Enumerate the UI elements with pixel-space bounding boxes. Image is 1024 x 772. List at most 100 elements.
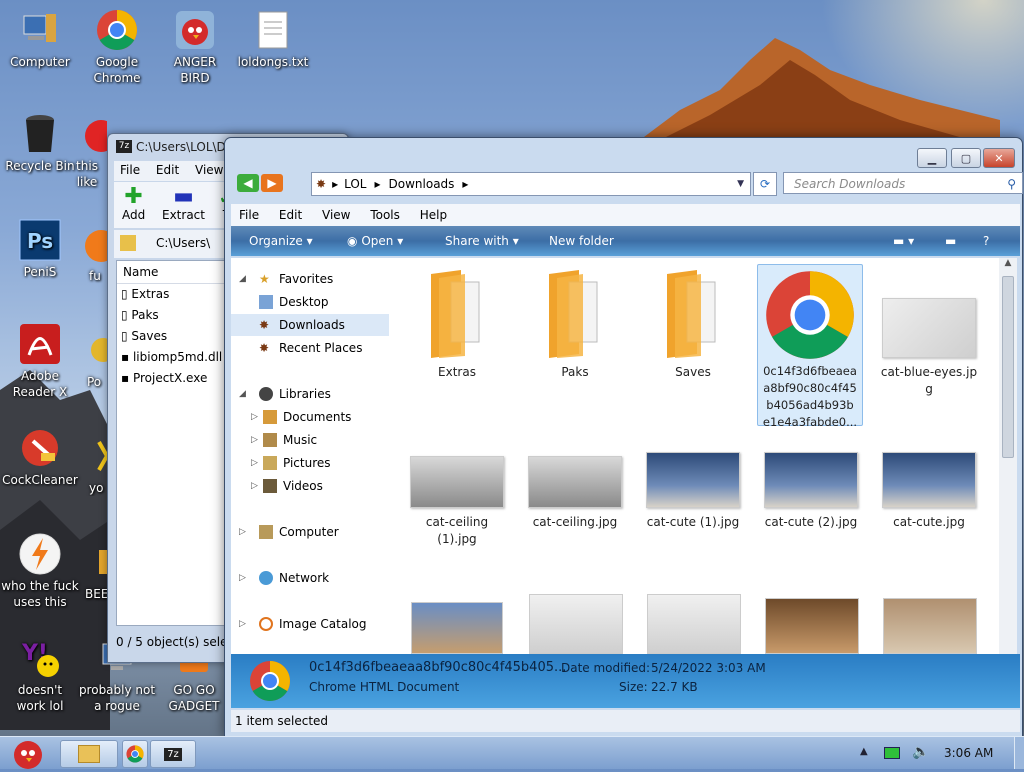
back-button[interactable]: ◀ — [237, 174, 259, 192]
menu-tools[interactable]: Tools — [362, 204, 408, 226]
expand-arrow[interactable]: ▷ — [239, 567, 246, 589]
file-item-paks[interactable]: Paks — [523, 268, 627, 381]
address-bar[interactable]: ✸ ▸ LOL ▸ Downloads ▸ ▼ — [311, 172, 751, 196]
pictures-icon — [263, 456, 277, 470]
nav-pictures[interactable]: ▷ Pictures — [231, 452, 389, 474]
breadcrumb-downloads[interactable]: Downloads — [389, 177, 455, 191]
expand-arrow[interactable]: ▷ — [251, 475, 258, 497]
image-thumbnail — [764, 452, 858, 508]
battery-icon[interactable] — [884, 747, 900, 759]
image-thumbnail[interactable] — [411, 602, 503, 654]
clock[interactable]: 3:06 AM — [944, 746, 993, 760]
taskbar-chrome-button[interactable] — [122, 740, 148, 768]
menu-view[interactable]: View — [314, 204, 358, 226]
desktop-icon-computer[interactable]: Computer — [0, 8, 80, 70]
menu-file[interactable]: File — [231, 204, 267, 226]
file-item-chrome-html[interactable]: 0c14f3d6fbeaea a8bf90c80c4f45 b4056ad4b9… — [757, 264, 863, 429]
desktop-icon-fu[interactable]: fu — [67, 222, 107, 284]
forward-button[interactable]: ▶ — [261, 174, 283, 192]
show-hidden-icons-button[interactable]: ▲ — [860, 746, 868, 757]
desktop-icon-bee[interactable]: BEE — [67, 540, 107, 602]
sevenzip-title: C:\Users\LOL\D — [136, 140, 226, 154]
close-button[interactable]: ✕ — [983, 148, 1015, 168]
desktop-icon-po[interactable]: Po — [67, 328, 107, 390]
open-button[interactable]: ◉ Open ▾ — [347, 226, 403, 256]
preview-pane-icon[interactable]: ▬ — [945, 226, 956, 256]
image-thumbnail[interactable] — [647, 594, 741, 654]
nav-libraries[interactable]: ◢ Libraries — [231, 383, 389, 405]
chrome-icon — [764, 269, 856, 361]
nav-videos[interactable]: ▷ Videos — [231, 475, 389, 497]
status-bar: 1 item selected — [231, 710, 1020, 732]
nav-image-catalog[interactable]: ▷ Image Catalog — [231, 613, 389, 635]
nav-downloads[interactable]: ✸ Downloads — [231, 314, 389, 336]
file-item-cat-ceiling[interactable]: cat-ceiling.jpg — [523, 456, 627, 531]
search-input[interactable]: Search Downloads ⚲ — [783, 172, 1023, 194]
share-with-button[interactable]: Share with ▾ — [445, 226, 519, 256]
sevenzip-address[interactable]: C:\Users\ — [156, 236, 210, 250]
image-thumbnail[interactable] — [883, 598, 977, 654]
up-folder-icon[interactable] — [120, 235, 136, 251]
app-icon — [67, 328, 107, 372]
folder-icon — [657, 268, 729, 360]
desktop-icon-loldongs-txt[interactable]: loldongs.txt — [233, 8, 313, 70]
image-catalog-icon — [259, 617, 273, 631]
sevenzip-menu-file[interactable]: File — [114, 161, 146, 179]
nav-music[interactable]: ▷ Music — [231, 429, 389, 451]
extract-button[interactable]: ▬ Extract — [162, 186, 205, 223]
taskbar-7zip-button[interactable]: 7z — [150, 740, 196, 768]
file-item-cat-cute[interactable]: cat-cute.jpg — [877, 452, 981, 531]
music-icon — [263, 433, 277, 447]
sevenzip-menu-edit[interactable]: Edit — [150, 161, 185, 179]
start-button[interactable] — [4, 735, 50, 769]
breadcrumb-lol[interactable]: LOL — [344, 177, 366, 191]
organize-button[interactable]: Organize ▾ — [249, 226, 313, 256]
vertical-scrollbar[interactable]: ▲ — [999, 258, 1017, 654]
maximize-button[interactable]: ▢ — [951, 148, 981, 168]
volume-icon[interactable]: 🔈 — [912, 744, 929, 760]
nav-documents[interactable]: ▷ Documents — [231, 406, 389, 428]
chevron-down-icon[interactable]: ▼ — [737, 179, 744, 189]
expand-arrow[interactable]: ▷ — [239, 613, 246, 635]
angry-bird-icon — [173, 8, 217, 52]
search-icon[interactable]: ⚲ — [1007, 173, 1016, 195]
view-options-icon[interactable]: ▬ ▾ — [893, 226, 914, 256]
expand-arrow[interactable]: ▷ — [251, 452, 258, 474]
desktop-icon-anger-bird[interactable]: ANGER BIRD — [155, 8, 235, 86]
file-item-cat-blue-eyes[interactable]: cat-blue-eyes.jp g — [877, 268, 981, 398]
nav-recent-places[interactable]: ✸ Recent Places — [231, 337, 389, 359]
menu-edit[interactable]: Edit — [271, 204, 310, 226]
scrollbar-thumb[interactable] — [1002, 276, 1014, 458]
nav-desktop[interactable]: Desktop — [231, 291, 389, 313]
new-folder-button[interactable]: New folder — [549, 226, 614, 256]
nav-computer[interactable]: ▷ Computer — [231, 521, 389, 543]
scroll-up-arrow[interactable]: ▲ — [999, 258, 1017, 274]
collapse-arrow[interactable]: ◢ — [239, 268, 246, 290]
expand-arrow[interactable]: ▷ — [251, 406, 258, 428]
details-pane: 0c14f3d6fbeaeaa8bf90c80c4f45b405... Chro… — [231, 654, 1020, 708]
desktop-icon-google-chrome[interactable]: Google Chrome — [77, 8, 157, 86]
refresh-button[interactable]: ⟳ — [753, 172, 777, 196]
image-thumbnail — [410, 456, 504, 508]
taskbar-explorer-button[interactable] — [60, 740, 118, 768]
file-item-cat-cute-2[interactable]: cat-cute (2).jpg — [759, 452, 863, 531]
file-item-cat-ceiling-1[interactable]: cat-ceiling (1).jpg — [405, 456, 509, 548]
image-thumbnail[interactable] — [765, 598, 859, 654]
file-item-cat-cute-1[interactable]: cat-cute (1).jpg — [641, 452, 745, 531]
image-thumbnail[interactable] — [529, 594, 623, 654]
minimize-button[interactable]: ▁ — [917, 148, 947, 168]
desktop-icon-yo[interactable]: yo — [67, 434, 107, 496]
menu-help[interactable]: Help — [412, 204, 455, 226]
show-desktop-button[interactable] — [1014, 737, 1024, 769]
add-button[interactable]: ✚ Add — [122, 186, 145, 223]
expand-arrow[interactable]: ▷ — [251, 429, 258, 451]
collapse-arrow[interactable]: ◢ — [239, 383, 246, 405]
desktop-icon-this-like[interactable]: this like — [67, 112, 107, 190]
nav-network[interactable]: ▷ Network — [231, 567, 389, 589]
file-item-extras[interactable]: Extras — [405, 268, 509, 381]
desktop-icon-doesnt-work[interactable]: Y! doesn't work lol — [0, 636, 80, 714]
nav-favorites[interactable]: ◢ ★ Favorites — [231, 268, 389, 290]
expand-arrow[interactable]: ▷ — [239, 521, 246, 543]
file-item-saves[interactable]: Saves — [641, 268, 745, 381]
help-icon[interactable]: ? — [983, 226, 989, 256]
